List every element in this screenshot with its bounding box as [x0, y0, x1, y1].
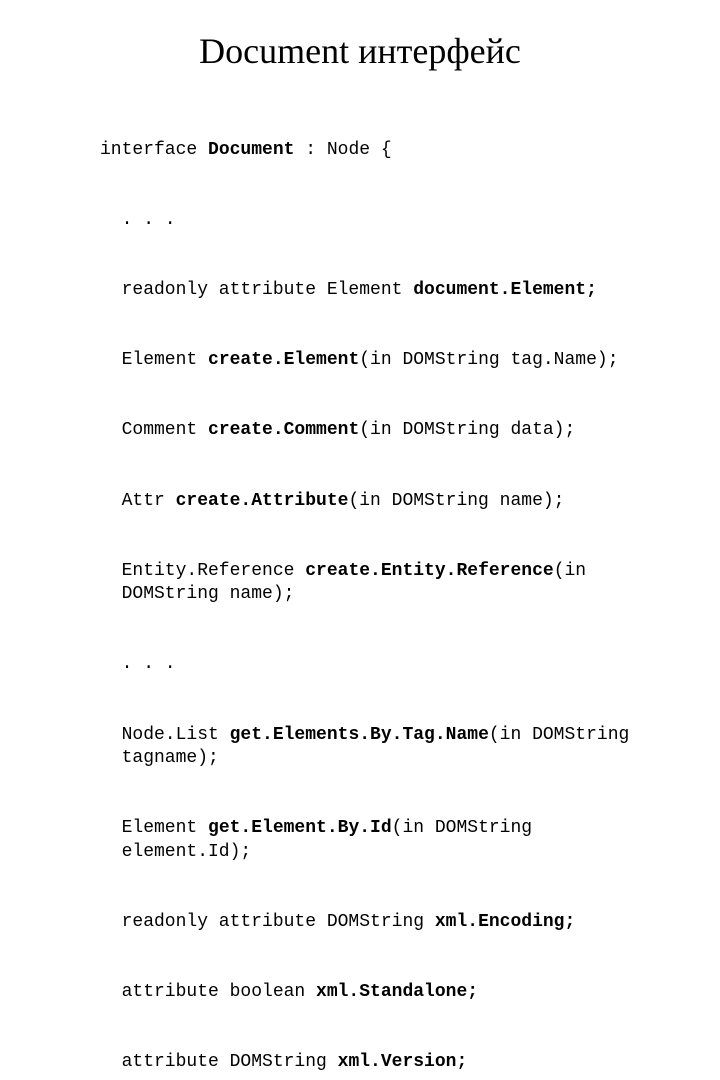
- code-bold: create.Comment: [208, 420, 359, 440]
- code-bold: create.Attribute: [176, 491, 349, 511]
- code-block: interface Document : Node { . . . readon…: [100, 92, 660, 1080]
- code-bold: get.Elements.By.Tag.Name: [230, 725, 489, 745]
- code-text: : Node {: [294, 140, 391, 160]
- code-line: attribute boolean xml.Standalone;: [100, 981, 660, 1004]
- code-text: Element: [122, 350, 208, 370]
- code-text: Attr: [122, 491, 176, 511]
- code-line: Element get.Element.By.Id(in DOMString e…: [100, 817, 660, 864]
- code-bold: create.Element: [208, 350, 359, 370]
- code-text: interface: [100, 140, 208, 160]
- code-text: Node.List: [122, 725, 230, 745]
- code-line: Element create.Element(in DOMString tag.…: [100, 349, 660, 372]
- code-text: (in DOMString tag.Name);: [359, 350, 618, 370]
- code-line: . . .: [100, 653, 660, 676]
- code-bold: Document: [208, 140, 294, 160]
- code-bold: xml.Version;: [338, 1052, 468, 1072]
- code-text: (in DOMString name);: [348, 491, 564, 511]
- code-bold: xml.Standalone;: [316, 982, 478, 1002]
- code-bold: get.Element.By.Id: [208, 818, 392, 838]
- code-bold: xml.Encoding;: [435, 912, 575, 932]
- code-line: Attr create.Attribute(in DOMString name)…: [100, 490, 660, 513]
- code-text: Comment: [122, 420, 208, 440]
- code-line: Node.List get.Elements.By.Tag.Name(in DO…: [100, 724, 660, 771]
- code-line: attribute DOMString xml.Version;: [100, 1051, 660, 1074]
- code-text: readonly attribute DOMString: [122, 912, 435, 932]
- code-text: attribute boolean: [122, 982, 316, 1002]
- code-text: Entity.Reference: [122, 561, 306, 581]
- code-text: readonly attribute Element: [122, 280, 414, 300]
- code-line: . . .: [100, 209, 660, 232]
- code-line: interface Document : Node {: [100, 139, 660, 162]
- code-text: (in DOMString data);: [359, 420, 575, 440]
- code-line: Comment create.Comment(in DOMString data…: [100, 419, 660, 442]
- code-text: Element: [122, 818, 208, 838]
- code-line: Entity.Reference create.Entity.Reference…: [100, 560, 660, 607]
- code-text: attribute DOMString: [122, 1052, 338, 1072]
- slide-title: Document интерфейс: [40, 30, 680, 72]
- slide: Document интерфейс interface Document : …: [0, 0, 720, 540]
- code-line: readonly attribute Element document.Elem…: [100, 279, 660, 302]
- code-bold: document.Element;: [413, 280, 597, 300]
- code-bold: create.Entity.Reference: [305, 561, 553, 581]
- code-line: readonly attribute DOMString xml.Encodin…: [100, 911, 660, 934]
